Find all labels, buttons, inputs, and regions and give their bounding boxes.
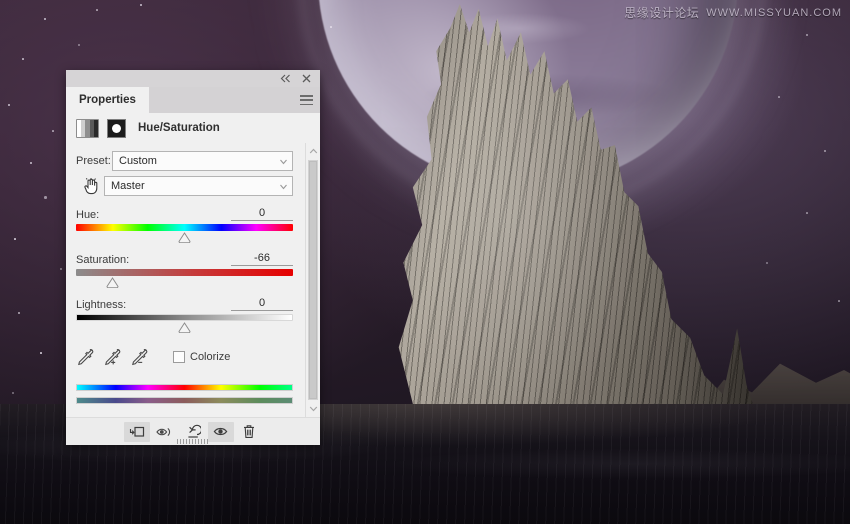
slider-saturation-thumb[interactable] xyxy=(106,277,119,288)
slider-hue-label: Hue: xyxy=(76,209,100,221)
panel-body: Preset: Custom Master Hue: 0 Saturation:… xyxy=(66,143,320,417)
channel-row: Master xyxy=(76,176,293,196)
slider-saturation-label: Saturation: xyxy=(76,254,130,266)
slider-saturation-track[interactable] xyxy=(76,269,293,276)
adjustment-title: Hue/Saturation xyxy=(138,122,220,134)
panel-titlebar xyxy=(66,70,320,87)
tab-properties[interactable]: Properties xyxy=(66,87,149,113)
scrollbar-thumb[interactable] xyxy=(309,161,317,399)
clip-to-layer-button[interactable] xyxy=(124,421,150,442)
toggle-visibility-button[interactable] xyxy=(208,421,234,442)
adjustment-header: Hue/Saturation xyxy=(66,113,320,143)
eye-icon xyxy=(213,427,227,436)
tab-properties-label: Properties xyxy=(79,94,136,106)
panel-scrollbar[interactable] xyxy=(305,143,320,417)
tabbar-empty-space xyxy=(148,87,320,113)
slider-lightness-value[interactable]: 0 xyxy=(231,297,293,311)
collapse-icon[interactable] xyxy=(280,73,291,84)
eyedropper-minus-icon[interactable] xyxy=(132,348,148,366)
close-icon[interactable] xyxy=(301,73,312,84)
dropper-row: Colorize xyxy=(78,346,293,368)
channel-value: Master xyxy=(111,180,145,192)
spectrum-bar-source xyxy=(76,384,293,391)
scrollbar-groove[interactable] xyxy=(308,160,318,400)
colorize-checkbox[interactable]: Colorize xyxy=(173,351,230,363)
properties-panel: Properties Hue/Saturation Preset: Custom… xyxy=(66,70,320,445)
slider-lightness-track[interactable] xyxy=(76,314,293,321)
slider-saturation-value[interactable]: -66 xyxy=(231,252,293,266)
chevron-down-icon[interactable] xyxy=(307,402,319,415)
watermark-cn: 思缘设计论坛 xyxy=(624,6,700,20)
preset-select[interactable]: Custom xyxy=(112,151,293,171)
colorize-checkbox-box[interactable] xyxy=(173,351,185,363)
preset-value: Custom xyxy=(119,155,157,167)
clip-to-layer-icon xyxy=(129,426,145,437)
panel-menu-icon[interactable] xyxy=(300,95,313,105)
eye-previous-icon xyxy=(156,427,171,436)
chevron-down-icon xyxy=(280,159,287,164)
spectrum-bar-result xyxy=(76,397,293,404)
channel-select[interactable]: Master xyxy=(104,176,293,196)
hue-saturation-adjustment-icon[interactable] xyxy=(76,118,99,138)
screenshot-canvas: 思缘设计论坛 WWW.MISSYUAN.COM Properties Hue/S… xyxy=(0,0,850,524)
panel-tabbar: Properties xyxy=(66,87,320,113)
layer-mask-thumbnail[interactable] xyxy=(107,118,126,138)
slider-hue-track[interactable] xyxy=(76,224,293,231)
watermark: 思缘设计论坛 WWW.MISSYUAN.COM xyxy=(624,4,842,21)
slider-saturation: Saturation: -66 xyxy=(76,250,293,291)
chevron-up-icon[interactable] xyxy=(307,145,319,158)
slider-lightness-label: Lightness: xyxy=(76,299,127,311)
panel-footer xyxy=(66,417,320,445)
eyedropper-icon[interactable] xyxy=(78,348,94,366)
slider-lightness-thumb[interactable] xyxy=(178,322,191,333)
panel-resize-grip[interactable] xyxy=(177,439,209,444)
slider-lightness: Lightness: 0 xyxy=(76,295,293,336)
slider-hue: Hue: 0 xyxy=(76,205,293,246)
colorize-label: Colorize xyxy=(190,351,231,363)
on-image-adjustment-hand-icon[interactable] xyxy=(78,176,104,196)
slider-hue-thumb[interactable] xyxy=(178,232,191,243)
toggle-previous-button[interactable] xyxy=(152,422,178,442)
preset-row: Preset: Custom xyxy=(76,151,293,171)
watermark-en: WWW.MISSYUAN.COM xyxy=(706,6,842,19)
preset-label: Preset: xyxy=(76,155,111,167)
delete-button[interactable] xyxy=(236,422,262,442)
chevron-down-icon xyxy=(280,184,287,189)
spectrum-bars xyxy=(76,384,293,404)
trash-icon xyxy=(244,425,254,438)
reset-arrow-icon xyxy=(188,424,201,438)
eyedropper-plus-icon[interactable] xyxy=(105,348,121,366)
slider-hue-value[interactable]: 0 xyxy=(231,207,293,221)
